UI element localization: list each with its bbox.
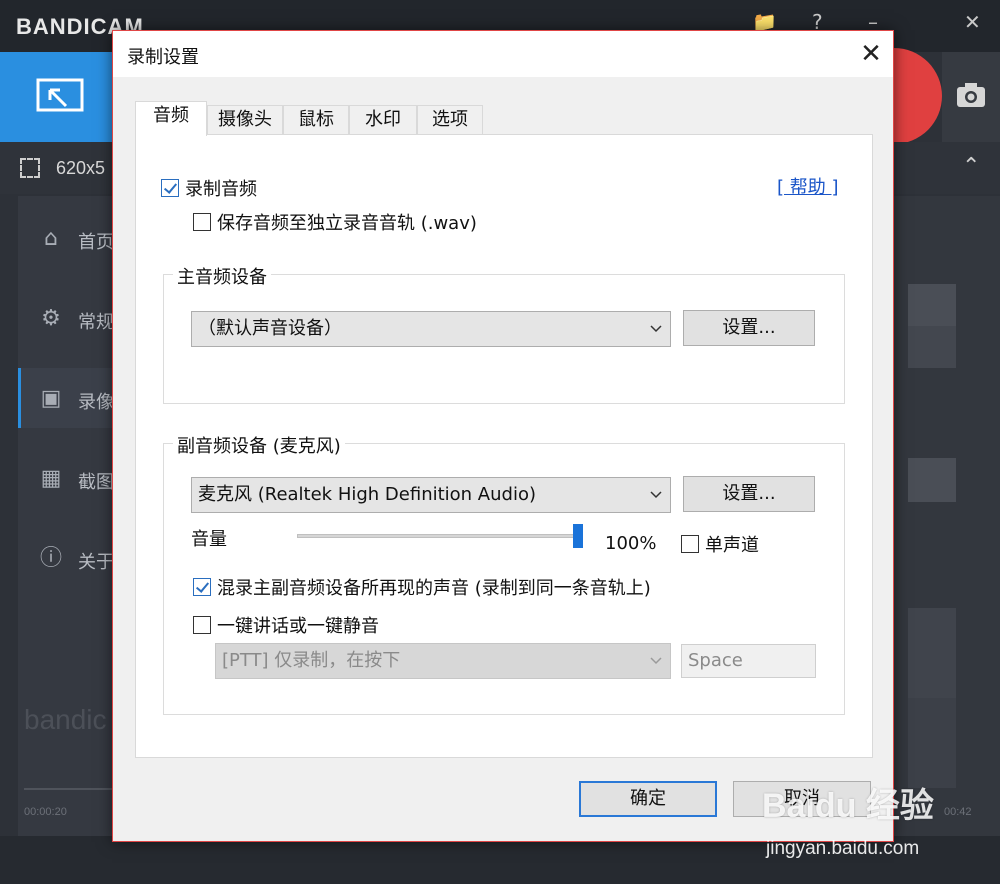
secondary-device-select[interactable]: 麦克风 (Realtek High Definition Audio) [191,477,671,513]
primary-settings-button[interactable]: 设置... [683,310,815,346]
checkbox-label: 录制音频 [185,179,257,200]
mix-audio-checkbox[interactable]: 混录主副音频设备所再现的声音 (录制到同一条音轨上) [193,574,651,600]
primary-device-title: 主音频设备 [173,263,271,289]
content-block [908,698,956,788]
sidebar-item-about[interactable]: ⓘ 关于 [18,528,114,588]
chevron-down-icon [650,325,662,333]
close-icon[interactable]: ✕ [964,10,981,34]
help-link[interactable]: [ 帮助 ] [777,173,839,199]
separate-track-checkbox[interactable]: 保存音频至独立录音音轨 (.wav) [193,209,477,235]
content-block [908,458,956,502]
ptt-checkbox[interactable]: 一键讲话或一键静音 [193,612,379,638]
volume-label: 音量 [191,529,227,550]
tab-watermark[interactable]: 水印 [349,105,417,135]
gear-icon: ⚙ [41,306,61,331]
checkbox-checked[interactable] [161,179,179,197]
image-settings-icon: ▦ [40,466,62,491]
secondary-device-title: 副音频设备 (麦克风) [173,432,345,458]
bandicam-watermark: bandic [24,704,107,735]
baidu-logo: Baidu 经验 [762,787,934,825]
sidebar-item-image[interactable]: ▦ 截图 [18,448,114,508]
sidebar: ⌂ 首页 ⚙ 常规 ▣ 录像 ▦ 截图 ⓘ 关于 [18,196,114,836]
info-icon: ⓘ [39,546,62,571]
content-block [908,284,956,326]
screenshot-button[interactable] [942,52,1000,142]
screen-mode-button[interactable] [0,52,112,142]
chevron-down-icon [650,657,662,665]
checkbox-unchecked[interactable] [681,535,699,553]
baidu-url: jingyan.baidu.com [766,838,920,859]
close-icon[interactable]: ✕ [853,37,889,71]
checkbox-unchecked[interactable] [193,213,211,231]
sidebar-item-label: 关于 [78,552,114,573]
volume-value: 100% [605,533,657,554]
checkbox-label: 混录主副音频设备所再现的声音 (录制到同一条音轨上) [217,578,651,599]
sidebar-item-general[interactable]: ⚙ 常规 [18,288,114,348]
checkbox-checked[interactable] [193,578,211,596]
ptt-mode-select[interactable]: [PTT] 仅录制，在按下 [215,643,671,679]
camera-icon [957,83,985,107]
secondary-settings-button[interactable]: 设置... [683,476,815,512]
content-area [894,196,1000,836]
record-settings-dialog: 录制设置 ✕ 音频 摄像头 鼠标 水印 选项 录制音频 [ 帮助 ] 保存音频至… [112,30,894,842]
tab-options[interactable]: 选项 [417,105,483,135]
sidebar-item-label: 首页 [78,232,114,253]
ptt-hotkey-field[interactable]: Space [681,644,816,678]
chevron-up-icon[interactable]: ⌃ [962,154,980,179]
record-audio-checkbox[interactable]: 录制音频 [161,175,257,201]
checkbox-unchecked[interactable] [193,616,211,634]
sidebar-item-video[interactable]: ▣ 录像 [18,368,114,428]
time-start: 00:00:20 [24,806,67,818]
tab-mouse[interactable]: 鼠标 [283,105,349,135]
ok-button[interactable]: 确定 [579,781,717,817]
content-block [908,608,956,698]
tab-audio[interactable]: 音频 [135,101,207,136]
select-value: [PTT] 仅录制，在按下 [222,650,401,671]
checkbox-label: 一键讲话或一键静音 [217,616,379,637]
sidebar-item-label: 录像 [78,392,114,413]
dialog-title: 录制设置 [127,47,199,68]
video-settings-icon: ▣ [40,386,62,411]
screen-select-icon [36,78,84,112]
home-icon: ⌂ [44,226,58,251]
chevron-down-icon [650,491,662,499]
select-value: （默认声音设备） [198,318,342,339]
mono-checkbox[interactable]: 单声道 [681,531,759,557]
sidebar-item-label: 常规 [78,312,114,333]
select-value: 麦克风 (Realtek High Definition Audio) [198,484,536,505]
selection-icon [20,158,40,178]
volume-slider[interactable] [297,534,583,538]
checkbox-label: 保存音频至独立录音音轨 (.wav) [217,213,477,234]
time-end: 00:42 [944,806,972,818]
sidebar-item-home[interactable]: ⌂ 首页 [18,208,114,268]
tab-webcam[interactable]: 摄像头 [207,105,283,135]
content-block [908,326,956,368]
capture-size: 620x5 [56,158,106,178]
primary-device-select[interactable]: （默认声音设备） [191,311,671,347]
volume-slider-thumb[interactable] [573,524,583,548]
checkbox-label: 单声道 [705,535,759,556]
dialog-titlebar: 录制设置 ✕ [113,31,893,77]
sidebar-item-label: 截图 [78,472,114,493]
